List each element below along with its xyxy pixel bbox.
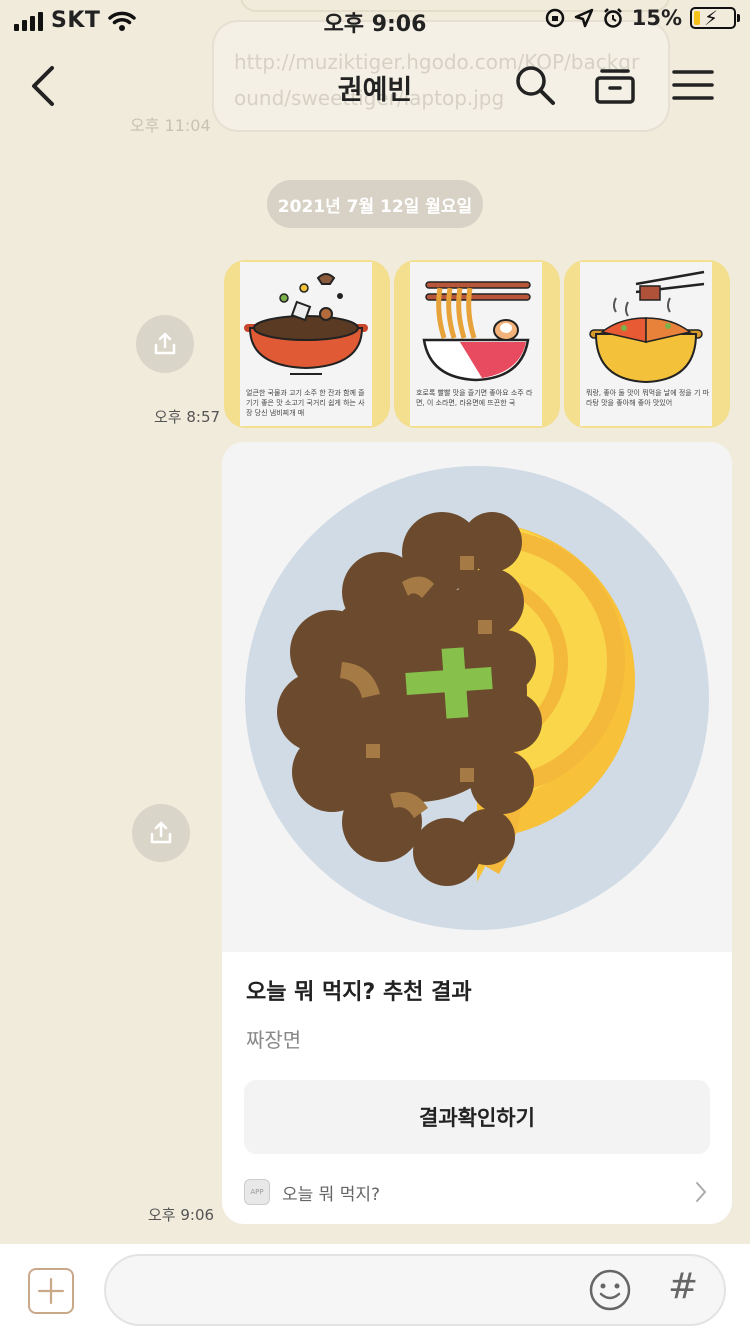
search-icon[interactable] xyxy=(512,62,558,108)
chat-input-bar: # xyxy=(0,1244,750,1334)
chevron-right-icon xyxy=(696,1182,707,1202)
image-tile-hotpot[interactable]: 뭐랑, 좋아 둘 맛이 뭐먹을 날에 정을 기 마라탕 맛을 좋아해 좋아 맛있… xyxy=(564,260,730,428)
jjajangmyeon-illustration xyxy=(245,466,709,930)
battery-percent: 15% xyxy=(631,6,682,30)
tile-caption: 뭐랑, 좋아 둘 맛이 뭐먹을 날에 정을 기 마라탕 맛을 좋아해 좋아 맛있… xyxy=(586,389,710,407)
plus-icon[interactable] xyxy=(28,1268,74,1314)
hashtag-button[interactable]: # xyxy=(668,1266,698,1307)
alarm-icon xyxy=(603,8,622,28)
ramen-bowl-illustration xyxy=(422,281,531,382)
chat-header: 권예빈 xyxy=(0,40,750,130)
message-time: 오후 9:06 xyxy=(148,1206,215,1224)
stew-pot-illustration xyxy=(244,273,368,375)
battery-icon: ⚡ xyxy=(690,6,740,30)
check-result-button[interactable]: 결과확인하기 xyxy=(244,1080,710,1154)
card-image xyxy=(222,442,732,952)
image-tiles: 얼큰한 국물과 고기 소주 한 잔과 함께 즐기기 좋은 맛 소고기 국거리 쉽… xyxy=(224,260,730,428)
app-badge-icon: APP xyxy=(244,1179,270,1205)
location-icon xyxy=(574,8,593,28)
tile-caption: 얼큰한 국물과 고기 소주 한 잔과 함께 즐기기 좋은 맛 소고기 국거리 쉽… xyxy=(246,389,365,417)
hamburger-menu-icon[interactable] xyxy=(670,62,716,108)
status-bar: SKT 오후 9:06 15% ⚡ xyxy=(0,0,750,40)
hotpot-illustration xyxy=(589,270,705,384)
emoji-icon[interactable] xyxy=(588,1268,632,1312)
image-tile-stew[interactable]: 얼큰한 국물과 고기 소주 한 잔과 함께 즐기기 좋은 맛 소고기 국거리 쉽… xyxy=(224,260,390,428)
app-name-label: 오늘 뭐 먹지? xyxy=(282,1184,381,1205)
message-time: 오후 8:57 xyxy=(154,408,221,426)
date-divider: 2021년 7월 12일 월요일 xyxy=(267,180,483,228)
share-icon xyxy=(150,821,172,844)
rotation-lock-icon xyxy=(545,8,564,28)
recommendation-card[interactable]: 오늘 뭐 먹지? 추천 결과 짜장면 결과확인하기 APP 오늘 뭐 먹지? xyxy=(222,442,732,1224)
card-title: 오늘 뭐 먹지? 추천 결과 xyxy=(246,980,472,1005)
share-button[interactable] xyxy=(136,315,194,373)
status-right: 15% ⚡ xyxy=(544,6,740,30)
card-footer[interactable]: APP 오늘 뭐 먹지? xyxy=(244,1176,710,1208)
drawer-icon[interactable] xyxy=(592,62,638,108)
image-tile-ramen[interactable]: 호로록 빨빨 맛을 즐기면 좋아요 소주 라면, 이 소라면, 라유면에 뜨끈한… xyxy=(394,260,560,428)
tile-caption: 호로록 빨빨 맛을 즐기면 좋아요 소주 라면, 이 소라면, 라유면에 뜨끈한… xyxy=(416,389,533,407)
share-button[interactable] xyxy=(132,804,190,862)
card-result: 짜장면 xyxy=(246,1028,302,1052)
share-icon xyxy=(154,332,176,355)
message-input[interactable] xyxy=(104,1254,726,1326)
